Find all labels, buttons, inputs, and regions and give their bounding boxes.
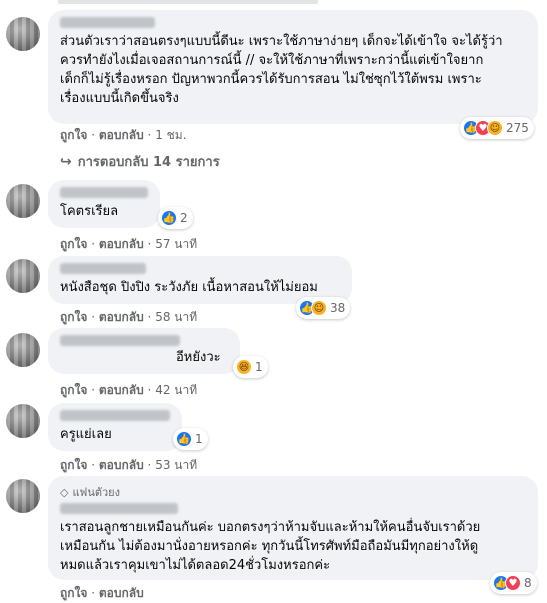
timestamp[interactable]: 1 ชม.: [155, 128, 186, 142]
comment-bubble: ◇ แฟนตัวยง เราสอนลูกชายเหมือนกันค่ะ บอกต…: [48, 476, 538, 580]
timestamp[interactable]: 53 นาที: [155, 458, 197, 472]
comment-text: โคตรเรียล: [60, 204, 119, 219]
comment-bubble: โคตรเรียล: [48, 180, 160, 228]
comment-actions: ถูกใจ · ตอบกลับ · 57 นาที: [60, 237, 198, 251]
comment-bubble: ครูแย่เลย: [48, 403, 182, 451]
comment-bubble: ส่วนตัวเราว่าสอนตรงๆแบบนี้ดีนะ เพราะใช้ภ…: [48, 10, 538, 124]
reply-arrow-icon: ↪: [60, 153, 72, 170]
avatar[interactable]: [6, 333, 40, 367]
cropped-previous-line: [58, 0, 318, 4]
reply-button[interactable]: ตอบกลับ: [99, 458, 144, 472]
reply-button[interactable]: ตอบกลับ: [99, 310, 144, 324]
reaction-count: 8: [524, 576, 532, 590]
comment-actions: ถูกใจ · ตอบกลับ · 1 ชม.: [60, 128, 187, 142]
blurred-author-name[interactable]: [60, 17, 155, 28]
reaction-summary[interactable]: 👍 ☺ 38: [296, 297, 351, 319]
like-icon: 👍: [176, 431, 192, 447]
love-icon: ♥: [505, 575, 521, 591]
timestamp[interactable]: 58 นาที: [155, 310, 197, 324]
blurred-author-name[interactable]: [60, 263, 146, 274]
diamond-icon: ◇: [60, 485, 69, 499]
like-button[interactable]: ถูกใจ: [60, 237, 87, 251]
like-button[interactable]: ถูกใจ: [60, 458, 87, 472]
blurred-author-name[interactable]: [60, 503, 178, 514]
reply-button[interactable]: ตอบกลับ: [99, 383, 144, 397]
avatar[interactable]: [6, 404, 40, 438]
reaction-summary[interactable]: 👍 2: [158, 207, 193, 229]
view-replies-link[interactable]: ↪ การตอบกลับ 14 รายการ: [60, 151, 220, 172]
avatar[interactable]: [6, 479, 40, 513]
reaction-count: 38: [330, 301, 346, 315]
replies-label: การตอบกลับ 14 รายการ: [77, 155, 220, 170]
comment-actions: ถูกใจ · ตอบกลับ · 58 นาที: [60, 310, 198, 324]
reply-button[interactable]: ตอบกลับ: [99, 128, 144, 142]
reaction-count: 2: [180, 211, 188, 225]
care-icon: ☺: [487, 120, 503, 136]
reaction-summary[interactable]: 👍 ♥ ☺ 275: [460, 117, 534, 139]
care-icon: ☺: [311, 300, 327, 316]
badge-label: แฟนตัวยง: [72, 486, 121, 499]
comment-text: ครูแย่เลย: [60, 427, 112, 442]
reaction-summary[interactable]: 😆 1: [233, 356, 268, 378]
comment-text: เราสอนลูกชายเหมือนกันค่ะ บอกตรงๆว่าห้ามจ…: [60, 520, 481, 573]
comment-actions: ถูกใจ · ตอบกลับ: [60, 586, 144, 600]
blurred-author-name[interactable]: [60, 410, 170, 421]
reaction-count: 1: [195, 432, 203, 446]
timestamp[interactable]: 42 นาที: [155, 383, 197, 397]
comment-bubble: อีหยังวะ: [48, 328, 240, 374]
top-fan-badge: ◇ แฟนตัวยง: [60, 483, 526, 501]
comment-text: ส่วนตัวเราว่าสอนตรงๆแบบนี้ดีนะ เพราะใช้ภ…: [60, 34, 503, 106]
comment-text: อีหยังวะ: [176, 350, 221, 365]
like-button[interactable]: ถูกใจ: [60, 128, 87, 142]
reply-button[interactable]: ตอบกลับ: [99, 586, 144, 600]
avatar[interactable]: [6, 259, 40, 293]
avatar[interactable]: [6, 184, 40, 218]
reaction-summary[interactable]: 👍 1: [173, 428, 208, 450]
haha-icon: 😆: [236, 359, 252, 375]
like-button[interactable]: ถูกใจ: [60, 586, 87, 600]
blurred-author-name[interactable]: [60, 335, 180, 346]
like-button[interactable]: ถูกใจ: [60, 383, 87, 397]
comment-actions: ถูกใจ · ตอบกลับ · 42 นาที: [60, 383, 198, 397]
like-icon: 👍: [161, 210, 177, 226]
reply-button[interactable]: ตอบกลับ: [99, 237, 144, 251]
comment-actions: ถูกใจ · ตอบกลับ · 53 นาที: [60, 458, 198, 472]
reaction-count: 1: [255, 360, 263, 374]
reaction-count: 275: [506, 121, 529, 135]
comment-text: หนังสือชุด ปิงปิง ระวังภัย เนื้อหาสอนให้…: [60, 280, 318, 295]
reaction-summary[interactable]: 👍 ♥ 8: [490, 572, 537, 594]
like-button[interactable]: ถูกใจ: [60, 310, 87, 324]
timestamp[interactable]: 57 นาที: [155, 237, 197, 251]
blurred-author-name[interactable]: [60, 187, 148, 198]
avatar[interactable]: [6, 17, 40, 51]
